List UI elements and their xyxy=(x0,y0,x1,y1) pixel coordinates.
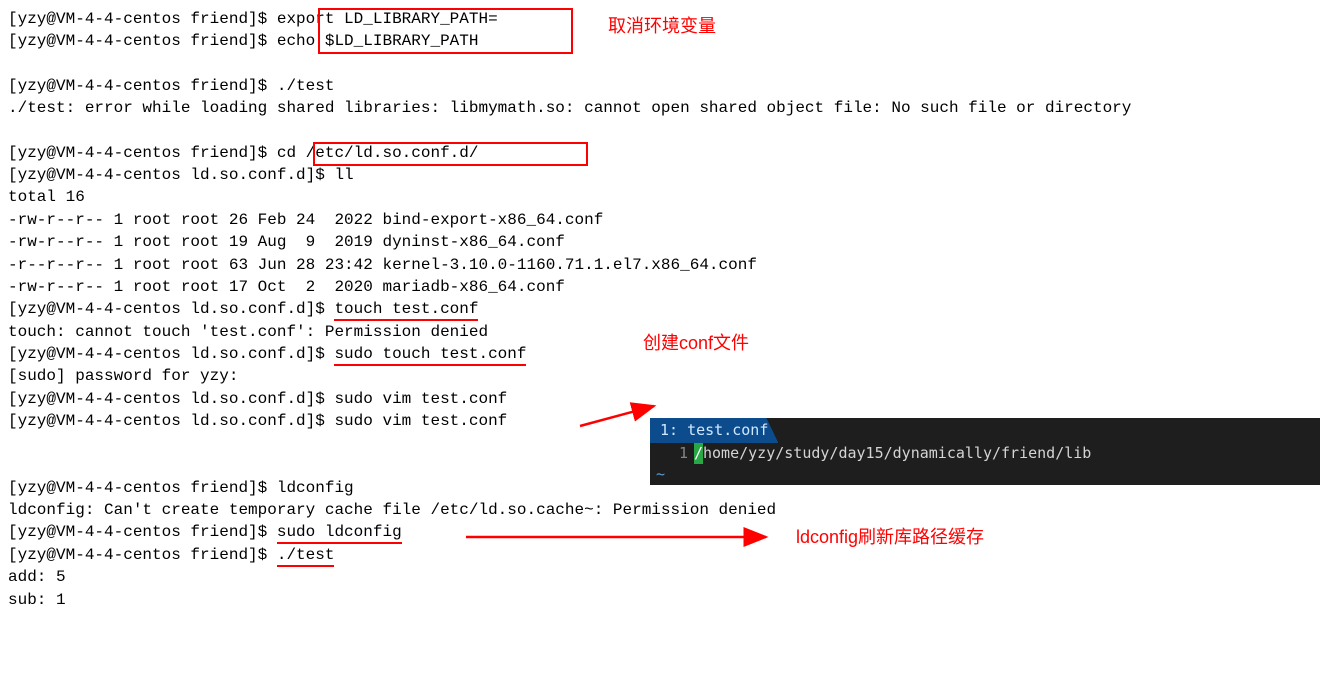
terminal-output-error: ldconfig: Can't create temporary cache f… xyxy=(8,499,1322,521)
file-listing-row: -rw-r--r-- 1 root root 19 Aug 9 2019 dyn… xyxy=(8,231,1322,253)
vim-cursor: / xyxy=(694,443,703,464)
terminal-output-error: ./test: error while loading shared libra… xyxy=(8,97,1322,119)
highlight-box-export xyxy=(318,8,573,54)
highlight-box-cd xyxy=(313,142,588,166)
cmd-sudo-vim: sudo vim test.conf xyxy=(334,390,507,408)
terminal-output: add: 5 xyxy=(8,566,1322,588)
vim-editor-panel: 1: test.conf 1 /home/yzy/study/day15/dyn… xyxy=(650,418,1320,485)
terminal-line: [yzy@VM-4-4-centos friend]$ ./test xyxy=(8,75,1322,97)
cmd-run-test-final: ./test xyxy=(277,546,335,567)
vim-gutter: 1 xyxy=(650,443,694,464)
terminal-line: [yzy@VM-4-4-centos ld.so.conf.d]$ sudo v… xyxy=(8,388,1322,410)
terminal-line: [yzy@VM-4-4-centos friend]$ sudo ldconfi… xyxy=(8,521,1322,543)
terminal-output: [sudo] password for yzy: xyxy=(8,365,1322,387)
terminal-line: [yzy@VM-4-4-centos ld.so.conf.d]$ ll xyxy=(8,164,1322,186)
cmd-ldconfig: ldconfig xyxy=(277,479,354,497)
annotation-create-conf: 创建conf文件 xyxy=(643,331,749,356)
cmd-ll: ll xyxy=(334,166,353,184)
vim-tab: 1: test.conf xyxy=(650,418,778,443)
file-listing-row: -r--r--r-- 1 root root 63 Jun 28 23:42 k… xyxy=(8,254,1322,276)
cmd-touch: touch test.conf xyxy=(334,300,478,321)
terminal-line: [yzy@VM-4-4-centos friend]$ ./test xyxy=(8,544,1322,566)
annotation-unset-env: 取消环境变量 xyxy=(608,14,716,39)
file-listing-row: -rw-r--r-- 1 root root 17 Oct 2 2020 mar… xyxy=(8,276,1322,298)
terminal-line: [yzy@VM-4-4-centos ld.so.conf.d]$ touch … xyxy=(8,298,1322,320)
cmd-sudo-touch: sudo touch test.conf xyxy=(334,345,526,366)
terminal-output: total 16 xyxy=(8,186,1322,208)
file-listing-row: -rw-r--r-- 1 root root 26 Feb 24 2022 bi… xyxy=(8,209,1322,231)
cmd-run-test: ./test xyxy=(277,77,335,95)
terminal-output: sub: 1 xyxy=(8,589,1322,611)
terminal-line: [yzy@VM-4-4-centos friend]$ cd /etc/ld.s… xyxy=(8,142,1322,164)
vim-content-line: /home/yzy/study/day15/dynamically/friend… xyxy=(694,443,1091,464)
cmd-sudo-ldconfig: sudo ldconfig xyxy=(277,523,402,544)
terminal-line: [yzy@VM-4-4-centos friend]$ ldconfig xyxy=(8,477,1322,499)
cmd-sudo-vim: sudo vim test.conf xyxy=(334,412,507,430)
